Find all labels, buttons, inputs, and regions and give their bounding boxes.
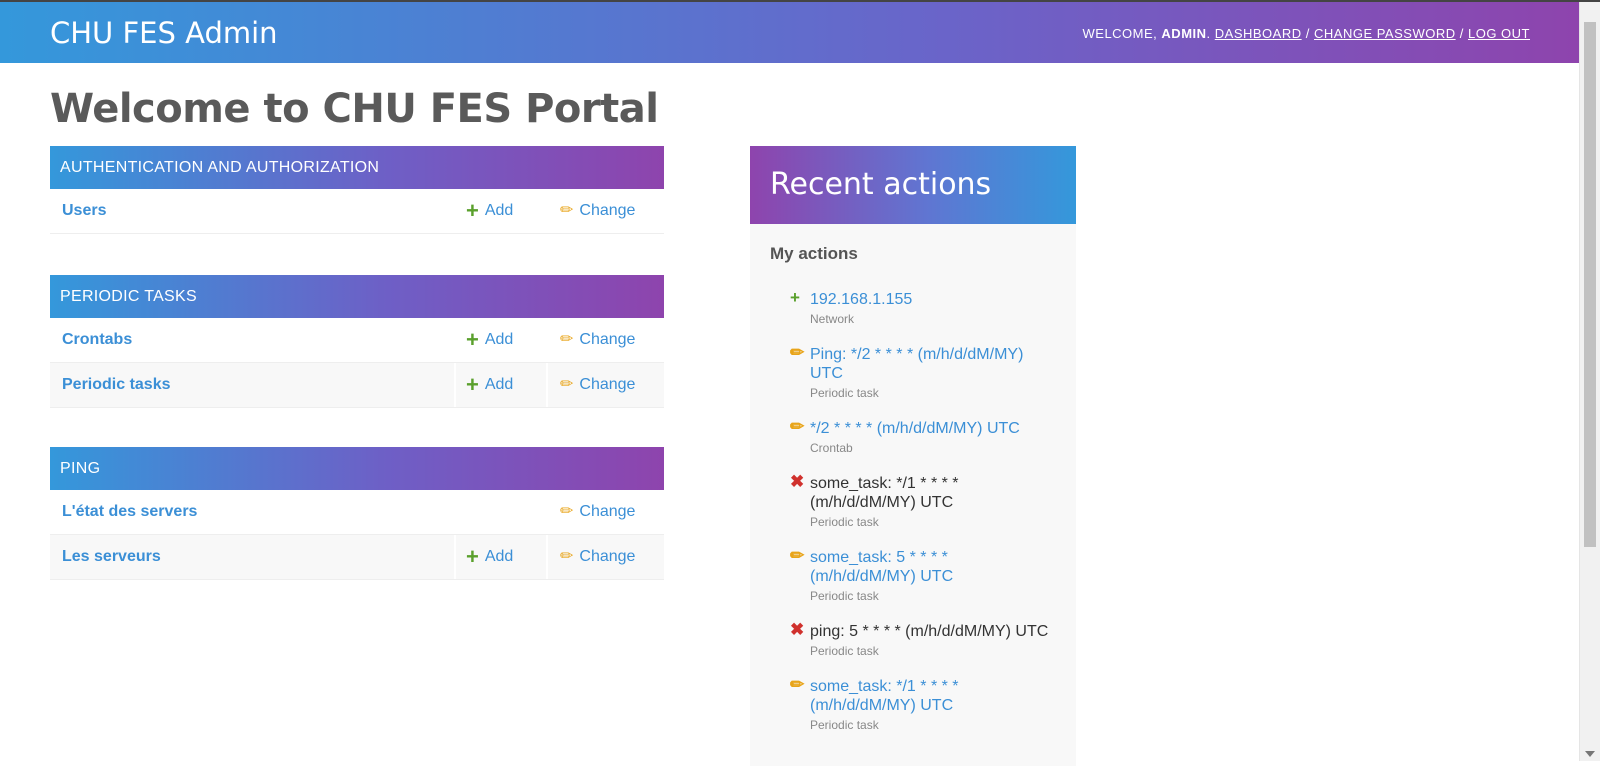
action-text: ping: 5 * * * * (m/h/d/dM/MY) UTC xyxy=(810,623,1049,640)
action-type: Crontab xyxy=(810,441,853,455)
username: admin xyxy=(1161,26,1207,41)
pencil-icon: ✏ xyxy=(560,548,574,565)
add-button[interactable]: + Add xyxy=(456,318,548,362)
change-label: Change xyxy=(579,331,636,348)
action-text: some_task: */1 * * * * (m/h/d/dM/MY) UTC xyxy=(810,475,959,511)
model-link-users[interactable]: Users xyxy=(50,189,456,233)
plus-icon: + xyxy=(790,288,800,307)
plus-icon: + xyxy=(466,327,479,352)
module-authentication: Authentication and Authorization Users +… xyxy=(50,146,664,234)
header: CHU FES Admin Welcome, admin. Dashboard … xyxy=(0,2,1580,63)
pencil-icon: ✏ xyxy=(560,376,574,393)
add-label: Add xyxy=(484,548,514,565)
list-item: ✖ ping: 5 * * * * (m/h/d/dM/MY) UTC Peri… xyxy=(790,620,1050,658)
add-cell-empty xyxy=(456,490,548,534)
change-button[interactable]: ✏ Change xyxy=(548,363,664,407)
scrollbar-thumb[interactable] xyxy=(1584,22,1596,547)
model-link-etat-servers[interactable]: L'état des servers xyxy=(50,490,456,534)
action-type: Periodic task xyxy=(810,589,879,603)
action-type: Network xyxy=(810,312,855,326)
model-link-periodic-tasks[interactable]: Periodic tasks xyxy=(50,363,456,407)
list-item: ✏ */2 * * * * (m/h/d/dM/MY) UTC Crontab xyxy=(790,417,1050,455)
list-item: + 192.168.1.155 Network xyxy=(790,288,1050,326)
pencil-icon: ✏ xyxy=(790,343,805,362)
list-item: ✏ Ping: */2 * * * * (m/h/d/dM/MY) UTC Pe… xyxy=(790,343,1050,400)
action-link[interactable]: */2 * * * * (m/h/d/dM/MY) UTC xyxy=(810,419,1050,438)
action-type: Periodic task xyxy=(810,515,879,529)
pencil-icon: ✏ xyxy=(790,417,805,436)
add-label: Add xyxy=(484,376,514,393)
list-item: ✖ some_task: */1 * * * * (m/h/d/dM/MY) U… xyxy=(790,472,1050,529)
dashboard-link[interactable]: Dashboard xyxy=(1215,26,1302,41)
module-ping: Ping L'état des servers ✏ Change Les ser… xyxy=(50,447,664,580)
change-label: Change xyxy=(579,548,636,565)
action-link[interactable]: 192.168.1.155 xyxy=(810,290,1050,309)
pencil-icon: ✏ xyxy=(790,546,805,565)
pencil-icon: ✏ xyxy=(560,503,574,520)
module-periodic-tasks: Periodic tasks Crontabs + Add ✏ Change P… xyxy=(50,275,664,408)
add-label: Add xyxy=(484,331,514,348)
plus-icon: + xyxy=(466,544,479,569)
change-button[interactable]: ✏ Change xyxy=(548,490,664,534)
separator: / xyxy=(1459,26,1464,41)
add-label: Add xyxy=(484,202,514,219)
model-link-crontabs[interactable]: Crontabs xyxy=(50,318,456,362)
model-row-crontabs: Crontabs + Add ✏ Change xyxy=(50,318,664,363)
change-button[interactable]: ✏ Change xyxy=(548,318,664,362)
action-link[interactable]: Ping: */2 * * * * (m/h/d/dM/MY) UTC xyxy=(810,345,1050,383)
user-tools: Welcome, admin. Dashboard / Change passw… xyxy=(1082,26,1530,41)
model-row-etat-servers: L'état des servers ✏ Change xyxy=(50,490,664,535)
actions-list: + 192.168.1.155 Network ✏ Ping: */2 * * … xyxy=(750,264,1076,732)
recent-actions-title: Recent actions xyxy=(750,146,1076,224)
module-caption[interactable]: Authentication and Authorization xyxy=(50,146,664,189)
plus-icon: + xyxy=(466,198,479,223)
pencil-icon: ✏ xyxy=(790,675,805,694)
change-button[interactable]: ✏ Change xyxy=(548,535,664,579)
action-type: Periodic task xyxy=(810,644,879,658)
separator: / xyxy=(1305,26,1310,41)
recent-actions-panel: Recent actions My actions + 192.168.1.15… xyxy=(750,146,1076,766)
model-row-serveurs: Les serveurs + Add ✏ Change xyxy=(50,535,664,580)
site-branding[interactable]: CHU FES Admin xyxy=(50,16,278,50)
cross-icon: ✖ xyxy=(790,472,805,491)
change-button[interactable]: ✏ Change xyxy=(548,189,664,233)
logout-link[interactable]: Log out xyxy=(1468,26,1530,41)
plus-icon: + xyxy=(466,372,479,397)
change-label: Change xyxy=(579,202,636,219)
change-label: Change xyxy=(579,503,636,520)
pencil-icon: ✏ xyxy=(560,331,574,348)
add-button[interactable]: + Add xyxy=(456,189,548,233)
module-caption[interactable]: Periodic tasks xyxy=(50,275,664,318)
my-actions-heading: My actions xyxy=(770,244,858,263)
cross-icon: ✖ xyxy=(790,620,805,639)
change-password-link[interactable]: Change password xyxy=(1314,26,1456,41)
module-caption[interactable]: Ping xyxy=(50,447,664,490)
action-link[interactable]: some_task: */1 * * * * (m/h/d/dM/MY) UTC xyxy=(810,677,1050,715)
welcome-text: Welcome, xyxy=(1082,26,1158,41)
page-title: Welcome to CHU FES Portal xyxy=(50,86,659,132)
list-item: ✏ some_task: */1 * * * * (m/h/d/dM/MY) U… xyxy=(790,675,1050,732)
model-link-serveurs[interactable]: Les serveurs xyxy=(50,535,456,579)
list-item: ✏ some_task: 5 * * * * (m/h/d/dM/MY) UTC… xyxy=(790,546,1050,603)
vertical-scrollbar[interactable] xyxy=(1579,2,1600,761)
action-type: Periodic task xyxy=(810,386,879,400)
change-label: Change xyxy=(579,376,636,393)
action-type: Periodic task xyxy=(810,718,879,732)
add-button[interactable]: + Add xyxy=(456,535,548,579)
pencil-icon: ✏ xyxy=(560,202,574,219)
add-button[interactable]: + Add xyxy=(456,363,548,407)
model-row-users: Users + Add ✏ Change xyxy=(50,189,664,234)
scroll-down-arrow-icon[interactable] xyxy=(1585,751,1595,757)
action-link[interactable]: some_task: 5 * * * * (m/h/d/dM/MY) UTC xyxy=(810,548,1050,586)
model-row-periodic-tasks: Periodic tasks + Add ✏ Change xyxy=(50,363,664,408)
